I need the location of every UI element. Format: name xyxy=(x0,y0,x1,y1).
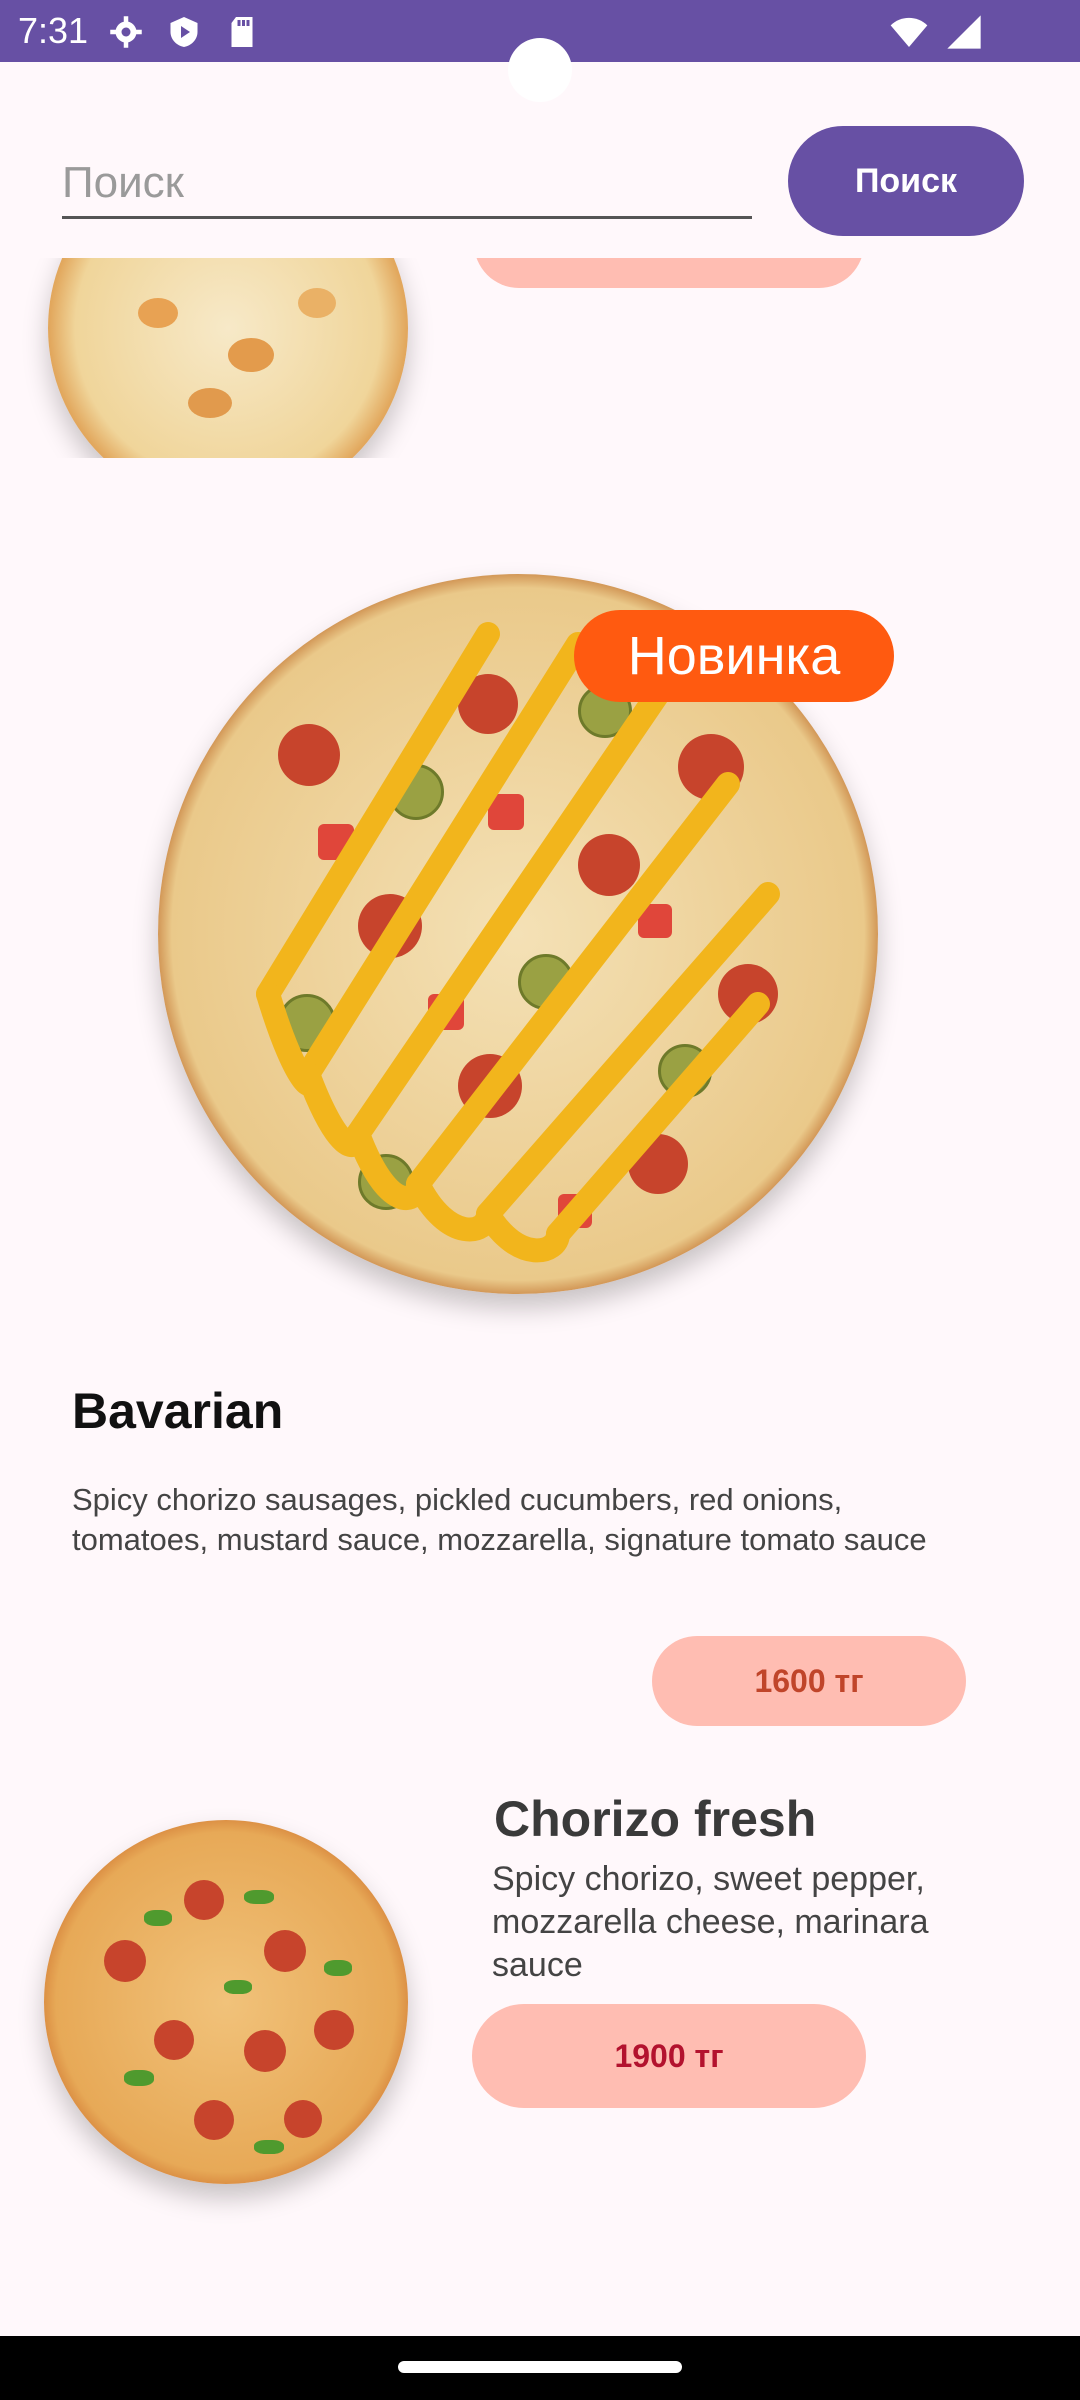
sd-card-icon xyxy=(231,17,253,47)
product-card[interactable]: Chorizo fresh Spicy chorizo, sweet peppe… xyxy=(0,1760,1080,2200)
camera-cutout xyxy=(508,38,572,102)
signal-icon xyxy=(947,15,981,49)
product-description: Spicy chorizo sausages, pickled cucumber… xyxy=(72,1482,927,1557)
price-button[interactable]: 1600 тг xyxy=(652,1636,966,1726)
shield-icon xyxy=(170,17,198,47)
search-button[interactable]: Поиск xyxy=(788,126,1024,236)
search-input[interactable] xyxy=(62,150,752,219)
price-button[interactable] xyxy=(474,258,864,288)
new-badge: Новинка xyxy=(574,610,894,702)
price-button[interactable]: 1900 тг xyxy=(472,2004,866,2108)
product-title: Chorizo fresh xyxy=(494,1791,817,1847)
pizza-image xyxy=(44,1820,408,2184)
gear-icon xyxy=(110,16,142,48)
product-description: Spicy chorizo, sweet pepper, mozzarella … xyxy=(492,1860,929,1984)
product-title: Bavarian xyxy=(72,1383,284,1439)
pizza-image xyxy=(48,258,408,458)
home-indicator[interactable] xyxy=(398,2361,682,2373)
product-card[interactable] xyxy=(0,258,1080,458)
status-time: 7:31 xyxy=(18,10,89,51)
wifi-icon xyxy=(890,17,928,47)
product-card-featured[interactable]: Новинка Bavarian Spicy chorizo sausages,… xyxy=(0,560,1080,1740)
